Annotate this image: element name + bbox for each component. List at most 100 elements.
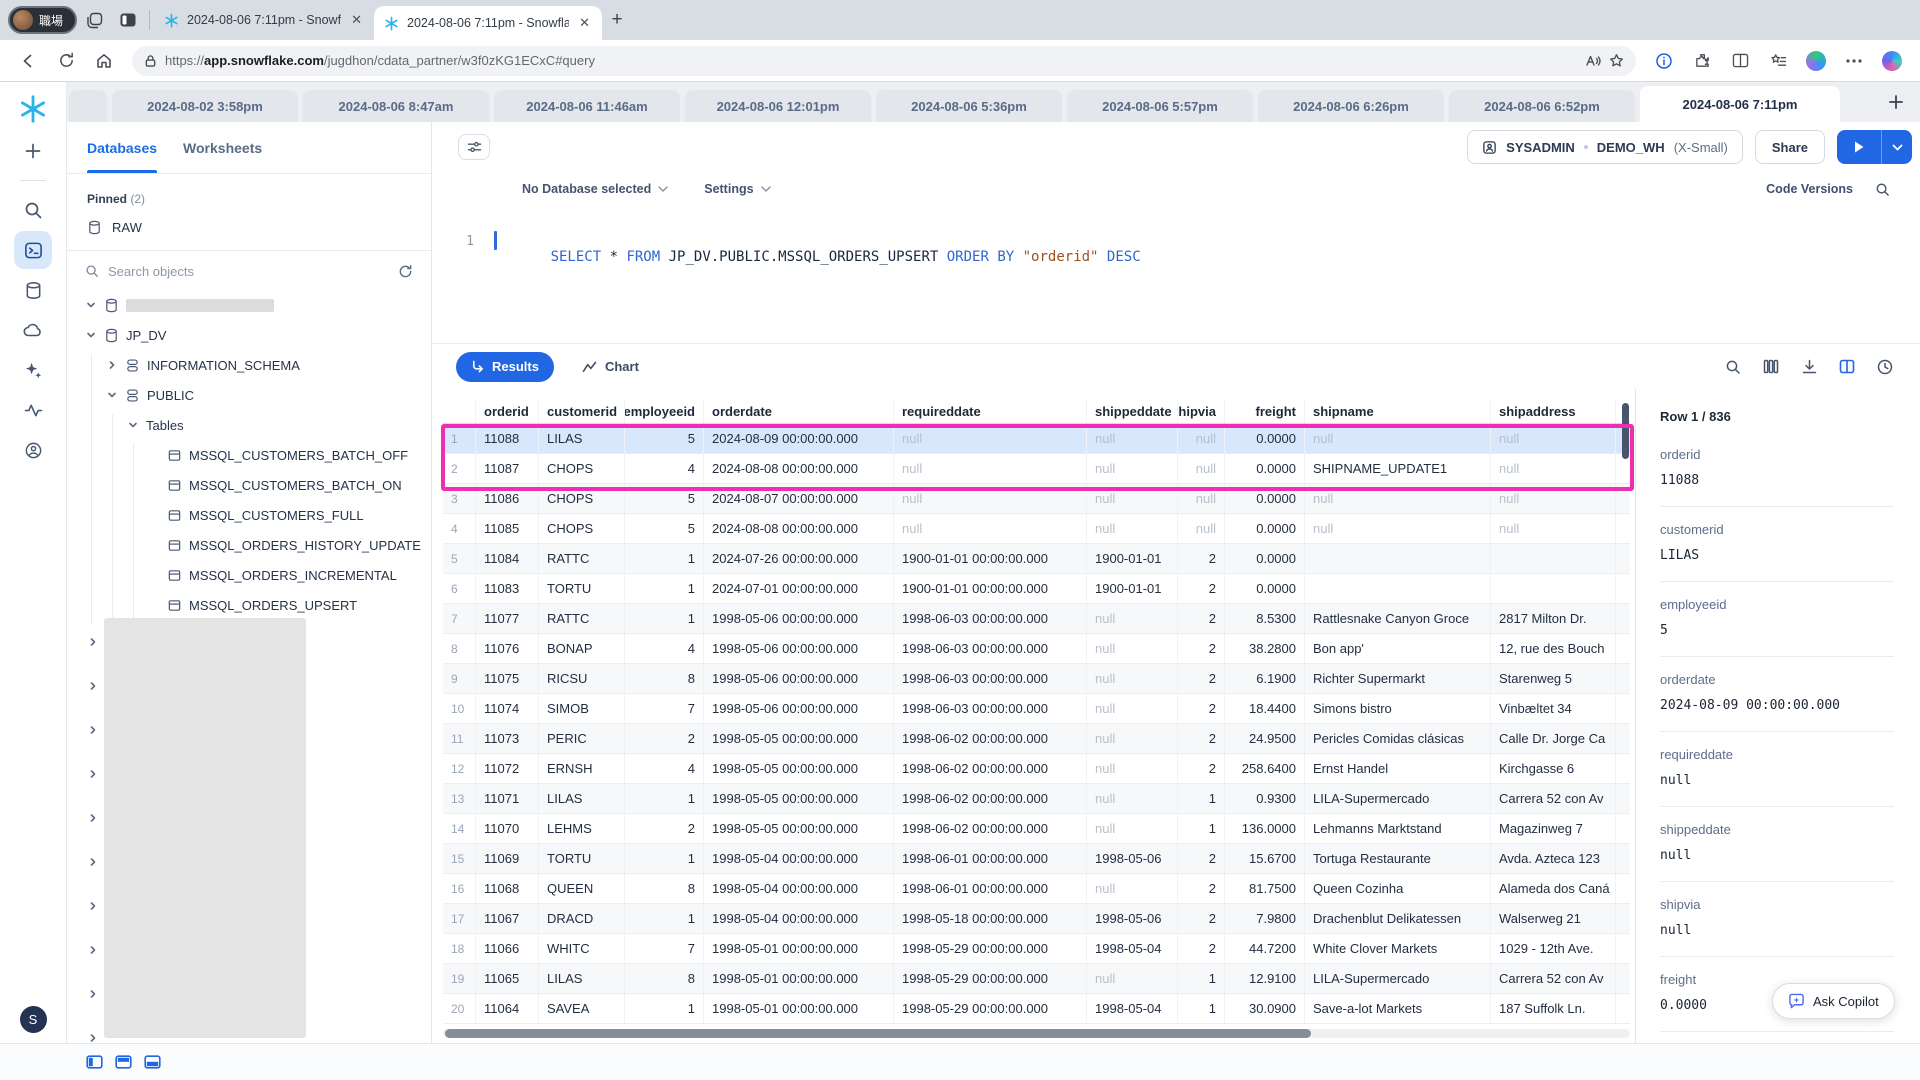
chevron-right-icon[interactable] [106, 360, 118, 370]
user-avatar[interactable]: S [20, 1006, 47, 1033]
close-tab-icon[interactable]: ✕ [577, 15, 592, 31]
tree-item[interactable]: Tables [67, 410, 431, 440]
chevron-right-icon[interactable] [88, 857, 98, 867]
editor-search-icon[interactable] [1875, 182, 1890, 197]
table-row[interactable]: 1411070LEHMS21998-05-05 00:00:00.0001998… [443, 814, 1630, 844]
column-header[interactable]: orderdate [704, 399, 894, 423]
database-selector[interactable]: No Database selected [522, 182, 668, 196]
vertical-scrollbar[interactable] [1622, 403, 1629, 459]
table-row[interactable]: 1611068QUEEN81998-05-04 00:00:00.0001998… [443, 874, 1630, 904]
table-row[interactable]: 111088LILAS52024-08-09 00:00:00.000nulln… [443, 424, 1630, 454]
worksheet-tab[interactable]: 2024-08-02 3:58pm [112, 90, 298, 122]
column-header[interactable]: orderid [476, 399, 539, 423]
ask-copilot-button[interactable]: Ask Copilot [1772, 983, 1895, 1019]
browser-profile-icon[interactable] [1798, 44, 1834, 78]
tree-item-table[interactable]: MSSQL_CUSTOMERS_FULL [67, 500, 431, 530]
table-row[interactable]: 1311071LILAS11998-05-05 00:00:00.0001998… [443, 784, 1630, 814]
tree-item-table[interactable]: MSSQL_CUSTOMERS_BATCH_OFF [67, 440, 431, 470]
run-button[interactable] [1837, 130, 1912, 164]
search-objects-input[interactable] [108, 264, 389, 279]
tab-results[interactable]: Results [456, 352, 554, 382]
worksheets-icon[interactable] [14, 231, 52, 269]
vertical-tabs-icon[interactable] [111, 3, 145, 37]
context-selector[interactable]: SYSADMIN DEMO_WH (X-Small) [1467, 130, 1743, 164]
tree-item-table[interactable]: MSSQL_ORDERS_HISTORY_UPDATE [67, 530, 431, 560]
tab-databases[interactable]: Databases [87, 122, 157, 173]
refresh-icon[interactable] [398, 264, 413, 279]
home-icon[interactable] [86, 44, 122, 78]
run-options-chevron-icon[interactable] [1882, 130, 1912, 164]
snowflake-logo-icon[interactable] [18, 94, 48, 124]
column-header[interactable]: shipname [1305, 399, 1491, 423]
table-row[interactable]: 1811066WHITC71998-05-01 00:00:00.0001998… [443, 934, 1630, 964]
worksheet-tab[interactable]: 2024-08-06 8:47am [303, 90, 489, 122]
table-row[interactable]: 611083TORTU12024-07-01 00:00:00.0001900-… [443, 574, 1630, 604]
pinned-item-raw[interactable]: RAW [67, 210, 431, 244]
back-icon[interactable] [10, 44, 46, 78]
refresh-icon[interactable] [48, 44, 84, 78]
worksheet-tab-active[interactable]: 2024-08-06 7:11pm [1640, 86, 1840, 122]
tree-item[interactable]: PUBLIC [67, 380, 431, 410]
add-icon[interactable] [14, 132, 52, 170]
table-row[interactable]: 911075RICSU81998-05-06 00:00:00.0001998-… [443, 664, 1630, 694]
column-header[interactable]: freight [1225, 399, 1305, 423]
column-header[interactable]: employeeid [625, 399, 704, 423]
table-row[interactable]: 211087CHOPS42024-08-08 00:00:00.000nulln… [443, 454, 1630, 484]
chevron-down-icon[interactable] [127, 420, 139, 430]
worksheet-tab[interactable]: 2024-08-06 6:26pm [1258, 90, 1444, 122]
chevron-down-icon[interactable] [85, 300, 97, 310]
column-header[interactable]: shipaddress [1491, 399, 1616, 423]
worksheet-tab[interactable]: 2024-08-06 5:57pm [1067, 90, 1253, 122]
code-versions-link[interactable]: Code Versions [1766, 182, 1853, 196]
tree-item[interactable]: INFORMATION_SCHEMA [67, 350, 431, 380]
chevron-right-icon[interactable] [88, 1033, 98, 1043]
table-row[interactable]: 1211072ERNSH41998-05-05 00:00:00.0001998… [443, 754, 1630, 784]
chevron-right-icon[interactable] [88, 681, 98, 691]
table-row[interactable]: 811076BONAP41998-05-06 00:00:00.0001998-… [443, 634, 1630, 664]
browser-profile-chip[interactable]: 職場 [8, 6, 77, 34]
browser-tab-active[interactable]: 2024-08-06 7:11pm - Snowfla ✕ [374, 6, 602, 40]
split-screen-icon[interactable] [1722, 44, 1758, 78]
play-icon[interactable] [1837, 130, 1881, 164]
chevron-right-icon[interactable] [88, 945, 98, 955]
extensions-puzzle-icon[interactable] [1684, 44, 1720, 78]
address-bar[interactable]: https://app.snowflake.com/jugdhon/cdata_… [132, 46, 1636, 76]
new-worksheet-icon[interactable] [1888, 94, 1904, 110]
tree-item[interactable]: JP_DV [67, 320, 431, 350]
column-header[interactable]: shippeddate [1087, 399, 1178, 423]
copilot-icon[interactable] [1874, 44, 1910, 78]
new-tab-button[interactable]: + [602, 5, 632, 35]
toggle-top-panel-icon[interactable] [115, 1055, 132, 1069]
chevron-down-icon[interactable] [106, 390, 118, 400]
chevron-right-icon[interactable] [88, 901, 98, 911]
columns-icon[interactable] [1756, 352, 1786, 382]
sql-editor[interactable]: 1 SELECT * FROM JP_DV.PUBLIC.MSSQL_ORDER… [432, 206, 1920, 343]
horizontal-scrollbar[interactable] [445, 1029, 1311, 1038]
split-panel-icon[interactable] [1832, 352, 1862, 382]
favorite-star-icon[interactable] [1609, 53, 1624, 68]
workspaces-icon[interactable] [77, 3, 111, 37]
chevron-right-icon[interactable] [88, 769, 98, 779]
column-header[interactable]: requireddate [894, 399, 1087, 423]
chevron-right-icon[interactable] [88, 725, 98, 735]
download-icon[interactable] [1794, 352, 1824, 382]
toggle-left-panel-icon[interactable] [86, 1055, 103, 1069]
table-row[interactable]: 1011074SIMOB71998-05-06 00:00:00.0001998… [443, 694, 1630, 724]
chevron-right-icon[interactable] [88, 813, 98, 823]
settings-ellipsis-icon[interactable] [1836, 44, 1872, 78]
table-row[interactable]: 1711067DRACD11998-05-04 00:00:00.0001998… [443, 904, 1630, 934]
tab-chart[interactable]: Chart [582, 359, 639, 374]
search-icon[interactable] [14, 191, 52, 229]
favorites-bar-icon[interactable] [1760, 44, 1796, 78]
table-row[interactable]: 511084RATTC12024-07-26 00:00:00.0001900-… [443, 544, 1630, 574]
settings-selector[interactable]: Settings [704, 182, 770, 196]
databases-icon[interactable] [14, 271, 52, 309]
ai-ml-sparkle-icon[interactable] [14, 351, 52, 389]
worksheet-tab[interactable]: 2024-08-06 11:46am [494, 90, 680, 122]
chevron-right-icon[interactable] [88, 637, 98, 647]
chevron-right-icon[interactable] [88, 989, 98, 999]
worksheet-tab[interactable]: 2024-08-06 5:36pm [876, 90, 1062, 122]
tree-item[interactable] [67, 290, 431, 320]
column-header[interactable]: customerid [539, 399, 625, 423]
share-button[interactable]: Share [1755, 130, 1825, 164]
